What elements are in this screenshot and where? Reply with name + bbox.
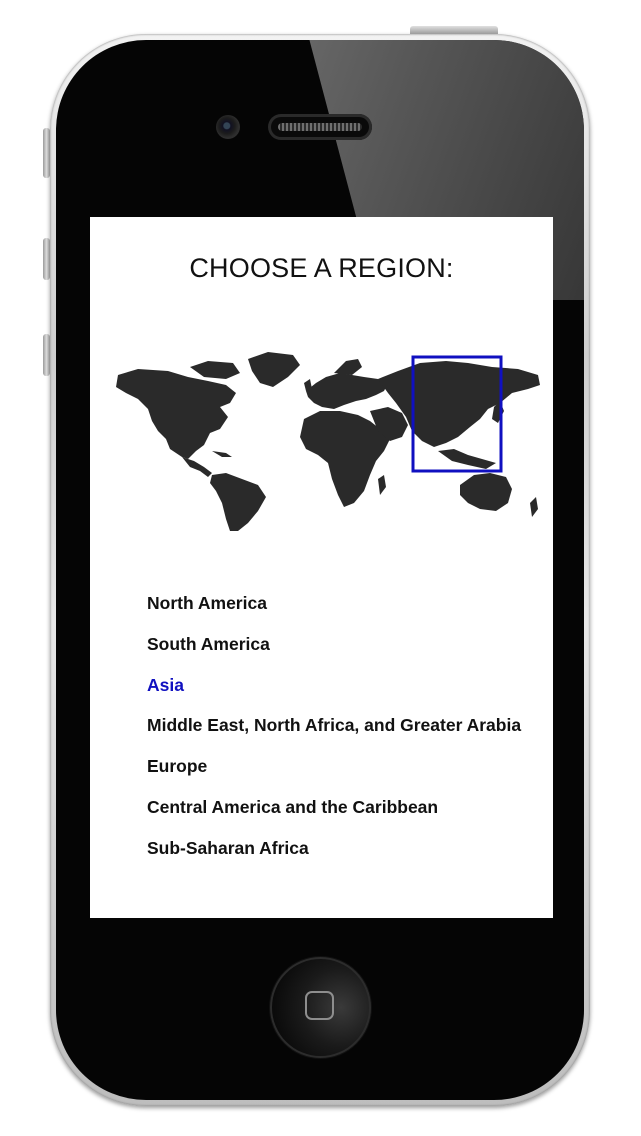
device-mockup: CHOOSE A REGION: North America South Ame… bbox=[0, 0, 641, 1136]
region-south-america[interactable]: South America bbox=[147, 634, 521, 675]
region-central-america-caribbean[interactable]: Central America and the Caribbean bbox=[147, 797, 521, 838]
map-new-zealand bbox=[530, 497, 538, 517]
page-title: CHOOSE A REGION: bbox=[189, 253, 454, 283]
map-greenland bbox=[248, 352, 300, 387]
map-north-america bbox=[116, 369, 236, 459]
region-sub-saharan-africa[interactable]: Sub-Saharan Africa bbox=[147, 838, 521, 879]
speaker-grille-icon bbox=[268, 114, 372, 140]
region-north-america[interactable]: North America bbox=[147, 593, 521, 634]
map-madagascar bbox=[378, 475, 386, 495]
map-central-america bbox=[182, 457, 212, 477]
camera-icon bbox=[216, 115, 240, 139]
home-button[interactable] bbox=[270, 957, 371, 1058]
region-europe[interactable]: Europe bbox=[147, 756, 521, 797]
power-button bbox=[410, 26, 498, 34]
map-southeast-asia-islands bbox=[438, 449, 496, 469]
map-uk bbox=[304, 379, 312, 391]
mute-switch bbox=[43, 128, 50, 178]
map-arctic-islands bbox=[190, 361, 240, 379]
region-list: North America South America Asia Middle … bbox=[147, 593, 521, 879]
screen: CHOOSE A REGION: North America South Ame… bbox=[90, 217, 553, 918]
map-caribbean bbox=[212, 451, 232, 457]
map-europe bbox=[306, 373, 388, 409]
world-map[interactable] bbox=[108, 347, 548, 532]
volume-up-button bbox=[43, 238, 50, 280]
map-australia bbox=[460, 473, 512, 511]
region-middle-east-north-africa[interactable]: Middle East, North Africa, and Greater A… bbox=[147, 715, 521, 756]
square-icon bbox=[305, 991, 334, 1020]
map-south-america bbox=[210, 473, 266, 531]
volume-down-button bbox=[43, 334, 50, 376]
map-scandinavia bbox=[334, 359, 362, 375]
region-asia[interactable]: Asia bbox=[147, 675, 521, 716]
